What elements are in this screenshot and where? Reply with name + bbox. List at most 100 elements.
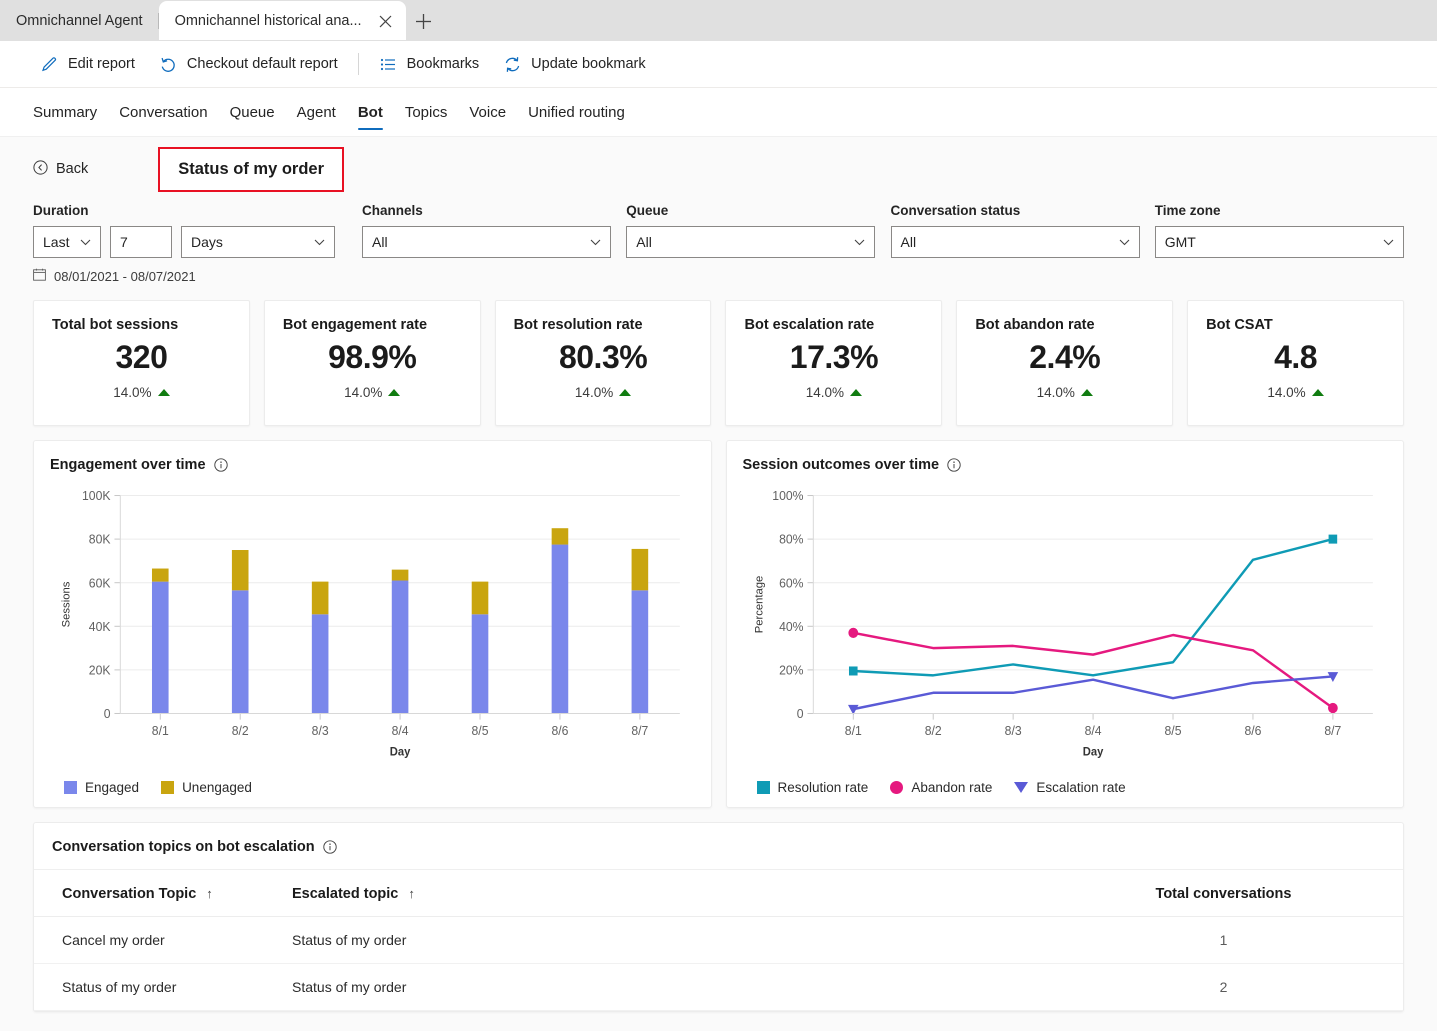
- edit-report-button[interactable]: Edit report: [28, 49, 147, 80]
- tab-topics-label: Topics: [404, 104, 448, 121]
- svg-text:8/2: 8/2: [232, 724, 249, 738]
- table-row[interactable]: Status of my order Status of my order 2: [34, 963, 1403, 1011]
- duration-unit-select[interactable]: Days: [181, 226, 335, 258]
- close-icon[interactable]: [376, 11, 396, 31]
- kpi-title: Bot CSAT: [1206, 317, 1273, 333]
- table-row[interactable]: Cancel my order Status of my order 1: [34, 916, 1403, 964]
- queue-value: All: [636, 234, 652, 250]
- checkout-default-report-button[interactable]: Checkout default report: [147, 49, 350, 80]
- tab-topics[interactable]: Topics: [394, 92, 459, 132]
- kpi-value: 2.4%: [1029, 339, 1101, 375]
- table-body: Cancel my order Status of my order 1 Status…: [34, 916, 1403, 1011]
- kpi-delta: 14.0%: [283, 385, 462, 400]
- chart-row: Engagement over time 0 20K 40K 60K 80K 100K 8/…: [33, 440, 1404, 808]
- svg-text:8/5: 8/5: [1164, 724, 1181, 738]
- tab-conversation[interactable]: Conversation: [108, 92, 218, 132]
- kpi-delta: 14.0%: [1206, 385, 1385, 400]
- browser-tab-2-title: Omnichannel historical ana...: [174, 13, 362, 29]
- info-icon[interactable]: [947, 458, 961, 472]
- pencil-icon: [40, 55, 59, 74]
- tab-queue[interactable]: Queue: [219, 92, 286, 132]
- svg-text:8/1: 8/1: [844, 724, 861, 738]
- session-outcomes-title: Session outcomes over time: [742, 457, 940, 473]
- svg-text:8/4: 8/4: [1084, 724, 1101, 738]
- legend-label-abandon-rate: Abandon rate: [911, 780, 993, 795]
- refresh-icon: [503, 55, 522, 74]
- update-bookmark-button[interactable]: Update bookmark: [491, 49, 657, 80]
- legend-item-resolution-rate[interactable]: Resolution rate: [756, 780, 868, 795]
- column-label-total-conversations: Total conversations: [1155, 886, 1292, 902]
- tab-agent[interactable]: Agent: [286, 92, 347, 132]
- legend-label-engaged: Engaged: [85, 780, 140, 795]
- tab-summary[interactable]: Summary: [22, 92, 108, 132]
- tab-unified-routing[interactable]: Unified routing: [517, 92, 636, 132]
- legend-item-engaged[interactable]: Engaged: [64, 780, 139, 795]
- back-circle-icon: [33, 159, 48, 179]
- time-zone-select[interactable]: GMT: [1154, 226, 1404, 258]
- duration-amount-value: 7: [120, 234, 128, 250]
- svg-text:8/4: 8/4: [392, 724, 409, 738]
- new-tab-button[interactable]: [406, 1, 442, 41]
- kpi-title: Total bot sessions: [52, 317, 179, 333]
- duration-unit-value: Days: [191, 234, 223, 250]
- duration-relative-select[interactable]: Last: [33, 226, 101, 258]
- svg-text:8/5: 8/5: [472, 724, 489, 738]
- engagement-over-time-title-row: Engagement over time: [50, 457, 695, 473]
- chevron-down-icon: [80, 239, 91, 246]
- chevron-down-icon: [1119, 239, 1130, 246]
- column-header-conversation-topic[interactable]: Conversation Topic ↑: [34, 870, 264, 917]
- svg-text:100%: 100%: [772, 489, 803, 503]
- time-zone-label: Time zone: [1154, 203, 1221, 218]
- kpi-value: 320: [115, 339, 168, 375]
- legend-item-unengaged[interactable]: Unengaged: [161, 780, 252, 795]
- conversation-status-filter-group: Conversation status All: [890, 203, 1155, 258]
- cell-escalated-topic: Status of my order: [264, 916, 1034, 964]
- column-header-total-conversations[interactable]: Total conversations: [1034, 870, 1403, 917]
- duration-filter-group: Duration Last 7 Days 08/01/2021 - 08/07/…: [33, 203, 362, 284]
- page-header-row: Back Status of my order: [33, 137, 1404, 195]
- kpi-title: Bot engagement rate: [282, 317, 428, 333]
- svg-text:8/3: 8/3: [1004, 724, 1021, 738]
- info-icon[interactable]: [322, 840, 337, 854]
- sort-asc-icon: ↑: [408, 886, 415, 901]
- kpi-delta-value: 14.0%: [344, 385, 383, 400]
- svg-text:Day: Day: [1082, 746, 1103, 758]
- kpi-card: Bot abandon rate 2.4% 14.0%: [956, 300, 1174, 426]
- kpi-value: 98.9%: [328, 339, 417, 375]
- browser-tab-1[interactable]: Omnichannel Agent: [0, 1, 159, 41]
- column-header-escalated-topic[interactable]: Escalated topic ↑: [264, 870, 1034, 917]
- legend-item-escalation-rate[interactable]: Escalation rate: [1014, 780, 1126, 795]
- kpi-card: Total bot sessions 320 14.0%: [33, 300, 250, 426]
- cell-conversation-topic: Status of my order: [34, 963, 264, 1011]
- session-outcomes-plot: 0 20% 40% 60% 80% 100% 8/1 8/2 8/3 8/4 8/5 8/6 8/7 Da…: [743, 473, 1388, 780]
- browser-tab-2[interactable]: Omnichannel historical ana...: [158, 1, 406, 41]
- checkout-default-report-label: Checkout default report: [186, 56, 338, 72]
- page-title: Status of my order: [158, 146, 345, 192]
- channels-select[interactable]: All: [362, 226, 612, 258]
- queue-select[interactable]: All: [626, 226, 876, 258]
- svg-text:80K: 80K: [89, 532, 111, 546]
- duration-amount-input[interactable]: 7: [110, 226, 172, 258]
- conversation-status-select[interactable]: All: [890, 226, 1140, 258]
- chevron-down-icon: [1383, 239, 1394, 246]
- kpi-card: Bot CSAT 4.8 14.0%: [1187, 300, 1404, 426]
- tab-bot[interactable]: Bot: [347, 92, 394, 132]
- info-icon[interactable]: [213, 458, 228, 472]
- legend-item-abandon-rate[interactable]: Abandon rate: [890, 780, 992, 795]
- svg-text:80%: 80%: [779, 532, 803, 546]
- tab-voice[interactable]: Voice: [458, 92, 517, 132]
- tab-voice-label: Voice: [469, 104, 507, 121]
- kpi-delta-value: 14.0%: [574, 385, 614, 400]
- legend-label-escalation-rate: Escalation rate: [1036, 780, 1126, 795]
- command-bar-divider: [357, 53, 359, 75]
- command-bar: Edit report Checkout default report Book…: [0, 41, 1437, 88]
- date-range-text: 08/01/2021 - 08/07/2021: [54, 268, 196, 284]
- svg-text:0: 0: [796, 707, 803, 721]
- back-button[interactable]: Back: [33, 159, 88, 179]
- svg-text:20K: 20K: [89, 663, 111, 677]
- bookmarks-label: Bookmarks: [406, 56, 480, 72]
- svg-text:60%: 60%: [779, 576, 803, 590]
- kpi-value: 4.8: [1274, 339, 1318, 375]
- svg-text:8/7: 8/7: [1324, 724, 1341, 738]
- bookmarks-button[interactable]: Bookmarks: [367, 49, 492, 80]
